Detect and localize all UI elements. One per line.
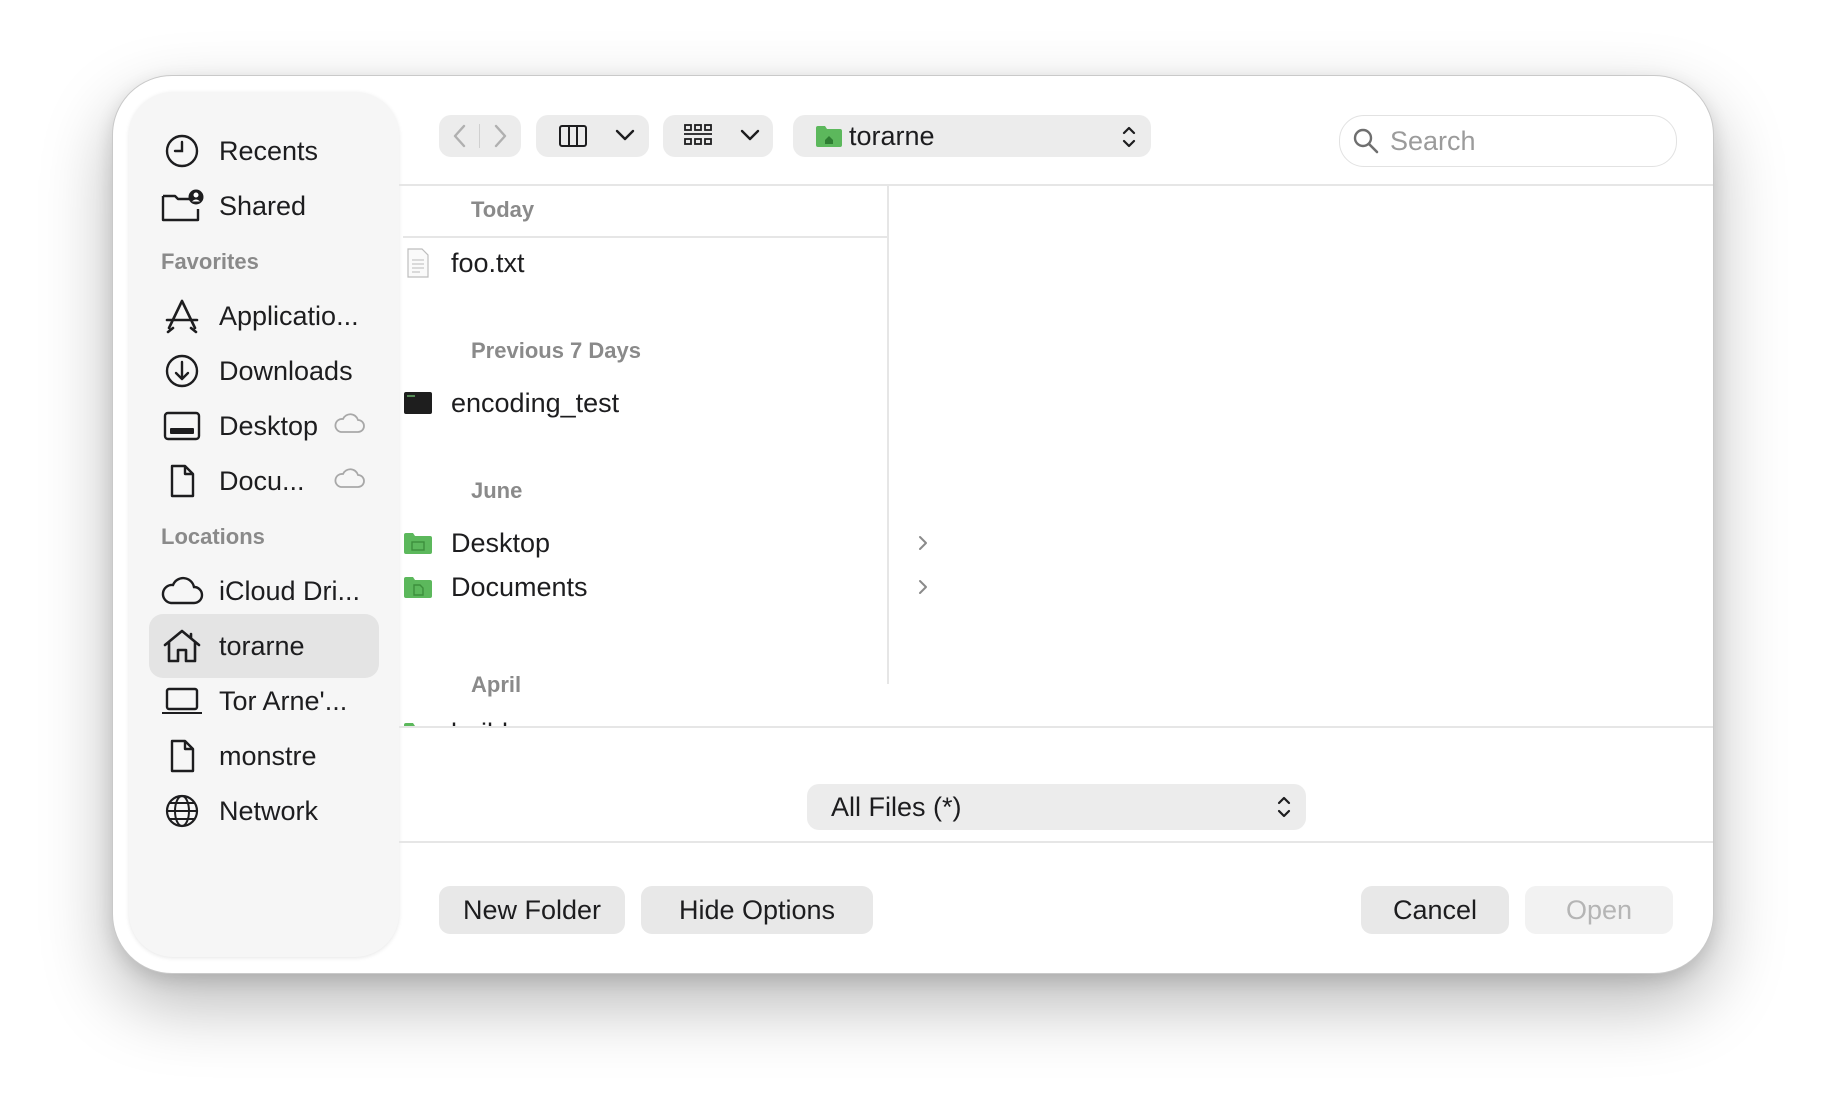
location-popup[interactable]: torarne (793, 115, 1151, 157)
file-name: Documents (451, 571, 588, 602)
file-type-filter-label: All Files (*) (831, 791, 962, 822)
sidebar-item-label: Applicatio... (219, 300, 359, 331)
header-divider (403, 236, 887, 238)
home-folder-icon (815, 124, 843, 148)
folder-icon (403, 572, 433, 602)
locations-header: Locations (161, 524, 265, 549)
globe-icon (159, 788, 205, 834)
sidebar-item-network[interactable]: Network (149, 779, 379, 843)
home-icon (159, 623, 205, 669)
file-name: encoding_test (451, 387, 620, 418)
group-by-button[interactable] (663, 115, 773, 157)
shared-folder-icon (159, 183, 205, 229)
clock-icon (159, 128, 205, 174)
file-list-clip: build (363, 701, 887, 727)
file-row-build[interactable]: build (363, 711, 887, 727)
document-icon (159, 733, 205, 779)
hide-options-button[interactable]: Hide Options (641, 886, 873, 934)
group-header-june: June (471, 478, 523, 503)
file-row-documents[interactable]: Documents (363, 565, 959, 609)
favorites-header: Favorites (161, 249, 259, 274)
updown-chevron-icon (1121, 124, 1137, 155)
sidebar-item-label: Network (219, 795, 319, 826)
text-file-icon (403, 248, 433, 278)
sidebar-item-documents[interactable]: Docu... (149, 449, 379, 513)
folder-icon (403, 528, 433, 558)
sidebar-item-label: Docu... (219, 465, 305, 496)
sidebar-item-label: Tor Arne'... (219, 685, 348, 716)
cancel-button[interactable]: Cancel (1361, 886, 1509, 934)
icloud-status-icon (333, 467, 365, 494)
view-mode-button[interactable] (536, 115, 649, 157)
file-name: Desktop (451, 527, 551, 558)
sidebar-item-label: iCloud Dri... (219, 575, 361, 606)
search-icon (1352, 127, 1380, 155)
icloud-status-icon (333, 412, 365, 439)
file-row-foo-txt[interactable]: foo.txt (363, 241, 959, 285)
open-file-dialog: Recents Shared Favorites Applicatio... D… (112, 75, 1714, 974)
open-button[interactable]: Open (1525, 886, 1673, 934)
file-name: foo.txt (451, 247, 525, 278)
sidebar-item-label: torarne (219, 630, 305, 661)
file-row-encoding-test[interactable]: encoding_test (363, 381, 959, 425)
search-input[interactable] (1388, 124, 1652, 158)
sidebar-item-label: Desktop (219, 410, 319, 441)
file-type-filter-popup[interactable]: All Files (*) (807, 784, 1306, 830)
group-header-today: Today (471, 197, 535, 222)
sidebar-item-label: monstre (219, 740, 317, 771)
laptop-icon (159, 678, 205, 724)
sidebar: Recents Shared Favorites Applicatio... D… (129, 92, 399, 957)
separator (479, 124, 480, 148)
new-folder-button[interactable]: New Folder (439, 886, 625, 934)
desktop-icon (159, 403, 205, 449)
search-field[interactable] (1339, 115, 1677, 167)
toolbar-divider (399, 184, 1713, 186)
options-divider-bottom (399, 841, 1713, 843)
sidebar-item-shared[interactable]: Shared (149, 174, 379, 238)
updown-chevron-icon (1276, 794, 1292, 825)
chevron-down-icon (614, 127, 636, 148)
columns-view-icon (558, 124, 588, 153)
forward-button[interactable] (491, 123, 509, 154)
sidebar-item-label: Shared (219, 190, 307, 221)
group-header-previous-7-days: Previous 7 Days (471, 338, 641, 363)
applications-icon (159, 293, 205, 339)
chevron-right-icon (917, 533, 929, 558)
options-divider-top (399, 726, 1713, 728)
chevron-down-icon (739, 127, 761, 148)
sidebar-item-label: Downloads (219, 355, 353, 386)
navigation-segment (439, 115, 521, 157)
chevron-right-icon (917, 577, 929, 602)
download-icon (159, 348, 205, 394)
location-label: torarne (849, 120, 935, 151)
sidebar-item-label: Recents (219, 135, 319, 166)
back-button[interactable] (451, 123, 469, 154)
file-row-desktop[interactable]: Desktop (363, 521, 959, 565)
group-header-april: April (471, 672, 522, 697)
document-icon (159, 458, 205, 504)
executable-icon (403, 388, 433, 418)
icon-grid-icon (683, 123, 713, 154)
cloud-icon (159, 568, 205, 614)
